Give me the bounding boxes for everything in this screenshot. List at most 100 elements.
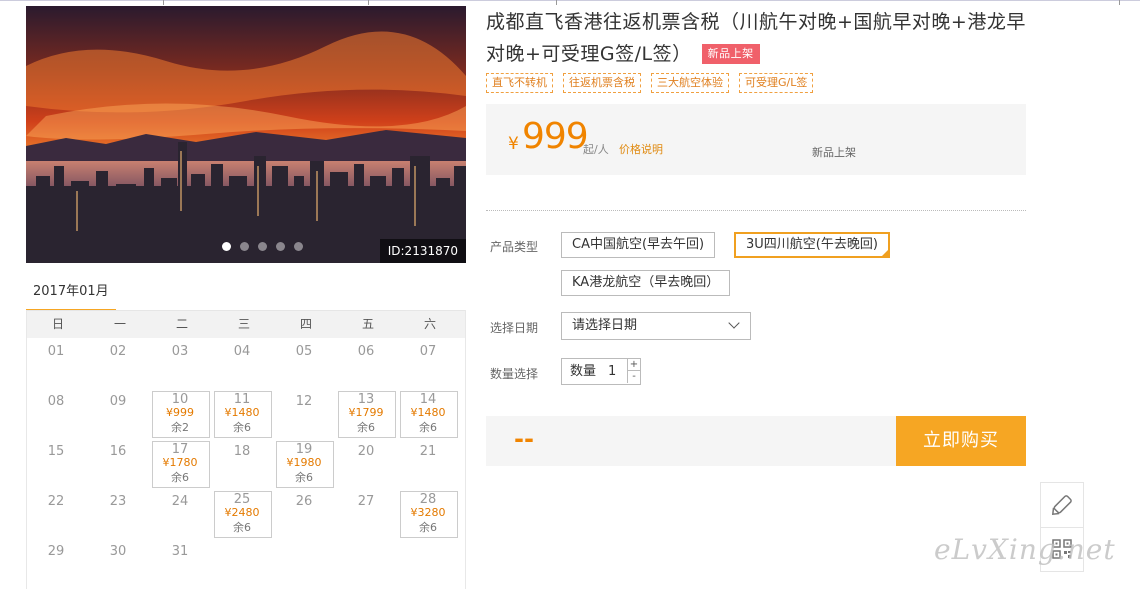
option-label: 3U四川航空(午去晚回) bbox=[746, 237, 878, 252]
calendar-day-available[interactable]: 11 ¥1480 余6 bbox=[213, 388, 275, 438]
option-ka-airline[interactable]: KA港龙航空（早去晚回） bbox=[561, 270, 731, 296]
calendar-day-available[interactable]: 14 ¥1480 余6 bbox=[399, 388, 461, 438]
calendar-day: 26 bbox=[275, 488, 337, 538]
calendar-week-row: 15 16 17 ¥1780 余6 18 19 ¥1980 余6 20 21 bbox=[27, 438, 465, 488]
option-3u-airline[interactable]: 3U四川航空(午去晚回) bbox=[734, 232, 890, 258]
edit-tool[interactable] bbox=[1041, 483, 1083, 528]
calendar-day: 04 bbox=[213, 338, 275, 388]
day-number: 07 bbox=[419, 344, 437, 359]
option-label: KA港龙航空（早去晚回） bbox=[572, 275, 720, 290]
calendar-day: 08 bbox=[27, 388, 89, 438]
calendar-day bbox=[213, 538, 275, 588]
calendar-day bbox=[275, 538, 337, 588]
price-explain-link[interactable]: 价格说明 bbox=[619, 141, 663, 157]
product-status: 新品上架 bbox=[812, 146, 856, 159]
day-number: 08 bbox=[47, 394, 65, 409]
slide-dot[interactable] bbox=[258, 242, 267, 251]
day-number: 22 bbox=[47, 494, 65, 509]
image-id-label: ID:2131870 bbox=[379, 239, 466, 263]
top-tick bbox=[1119, 0, 1120, 5]
day-price: ¥2480 bbox=[224, 506, 260, 519]
calendar-day-available[interactable]: 17 ¥1780 余6 bbox=[151, 438, 213, 488]
date-select[interactable]: 请选择日期 bbox=[561, 312, 751, 340]
calendar-day: 21 bbox=[399, 438, 461, 488]
slide-dots bbox=[222, 242, 303, 251]
calendar-day: 29 bbox=[27, 538, 89, 588]
slide-dot[interactable] bbox=[294, 242, 303, 251]
buy-now-button[interactable]: 立即购买 bbox=[896, 416, 1026, 466]
price-box: ¥ 999 起/人 价格说明 新品上架 bbox=[486, 104, 1026, 175]
calendar-day: 06 bbox=[337, 338, 399, 388]
day-price: ¥1480 bbox=[410, 406, 446, 419]
total-price: -- bbox=[514, 425, 534, 453]
hero-image[interactable]: ID:2131870 bbox=[26, 6, 466, 263]
calendar-day-available[interactable]: 13 ¥1799 余6 bbox=[337, 388, 399, 438]
day-remaining: 余6 bbox=[233, 421, 251, 434]
day-remaining: 余6 bbox=[357, 421, 375, 434]
currency-symbol: ¥ bbox=[508, 134, 519, 154]
day-number: 05 bbox=[295, 344, 313, 359]
quantity-field-label: 数量 bbox=[570, 364, 597, 379]
day-number: 14 bbox=[419, 392, 437, 407]
calendar-day: 05 bbox=[275, 338, 337, 388]
weekday-label: 二 bbox=[175, 317, 188, 331]
date-select-value: 请选择日期 bbox=[572, 318, 638, 333]
day-number: 06 bbox=[357, 344, 375, 359]
day-number: 27 bbox=[357, 494, 375, 509]
day-number: 24 bbox=[171, 494, 189, 509]
option-ca-airline[interactable]: CA中国航空(早去午回) bbox=[561, 232, 716, 258]
slide-dot[interactable] bbox=[222, 242, 231, 251]
slide-dot[interactable] bbox=[240, 242, 249, 251]
day-price: ¥999 bbox=[166, 406, 194, 419]
day-number: 12 bbox=[295, 394, 313, 409]
total-bar: -- bbox=[486, 416, 896, 466]
day-number: 23 bbox=[109, 494, 127, 509]
month-tab[interactable]: 2017年01月 bbox=[26, 284, 116, 312]
feature-tags: 直飞不转机 往返机票含税 三大航空体验 可受理G/L签 bbox=[486, 73, 814, 93]
day-number: 11 bbox=[233, 392, 251, 407]
option-label: CA中国航空(早去午回) bbox=[572, 237, 705, 252]
top-tick bbox=[556, 0, 557, 5]
day-number: 02 bbox=[109, 344, 127, 359]
day-remaining: 余6 bbox=[295, 471, 313, 484]
calendar-day-available[interactable]: 28 ¥3280 余6 bbox=[399, 488, 461, 538]
feature-tag: 三大航空体验 bbox=[651, 73, 729, 93]
day-remaining: 余6 bbox=[419, 521, 437, 534]
day-number: 01 bbox=[47, 344, 65, 359]
day-price: ¥1799 bbox=[348, 406, 384, 419]
calendar-day: 18 bbox=[213, 438, 275, 488]
day-number: 15 bbox=[47, 444, 65, 459]
day-number: 16 bbox=[109, 444, 127, 459]
calendar-day-available[interactable]: 19 ¥1980 余6 bbox=[275, 438, 337, 488]
weekday-label: 一 bbox=[113, 317, 126, 331]
divider bbox=[486, 210, 1026, 211]
day-price: ¥1480 bbox=[224, 406, 260, 419]
decrement-button[interactable]: - bbox=[627, 371, 640, 383]
increment-button[interactable]: + bbox=[627, 359, 640, 371]
day-number: 19 bbox=[295, 442, 313, 457]
calendar-day-available[interactable]: 10 ¥999 余2 bbox=[151, 388, 213, 438]
feature-tag: 往返机票含税 bbox=[563, 73, 641, 93]
day-number: 10 bbox=[171, 392, 189, 407]
new-badge: 新品上架 bbox=[701, 44, 760, 64]
day-number: 30 bbox=[109, 544, 127, 559]
weekday-label: 日 bbox=[51, 317, 64, 331]
weekday-label: 三 bbox=[237, 317, 250, 331]
price-unit: 起/人 bbox=[583, 143, 609, 156]
calendar-day: 22 bbox=[27, 488, 89, 538]
calendar-day: 03 bbox=[151, 338, 213, 388]
day-price: ¥1780 bbox=[162, 456, 198, 469]
quantity-value[interactable]: 1 bbox=[608, 359, 616, 384]
calendar-day-available[interactable]: 25 ¥2480 余6 bbox=[213, 488, 275, 538]
slide-dot[interactable] bbox=[276, 242, 285, 251]
calendar-day: 24 bbox=[151, 488, 213, 538]
calendar-day: 31 bbox=[151, 538, 213, 588]
day-number: 17 bbox=[171, 442, 189, 457]
day-price: ¥3280 bbox=[410, 506, 446, 519]
day-number: 13 bbox=[357, 392, 375, 407]
day-number: 18 bbox=[233, 444, 251, 459]
calendar-day: 02 bbox=[89, 338, 151, 388]
quantity-stepper: 数量 1 + - bbox=[561, 358, 641, 385]
chevron-down-icon bbox=[728, 317, 740, 329]
calendar-day bbox=[399, 538, 461, 588]
